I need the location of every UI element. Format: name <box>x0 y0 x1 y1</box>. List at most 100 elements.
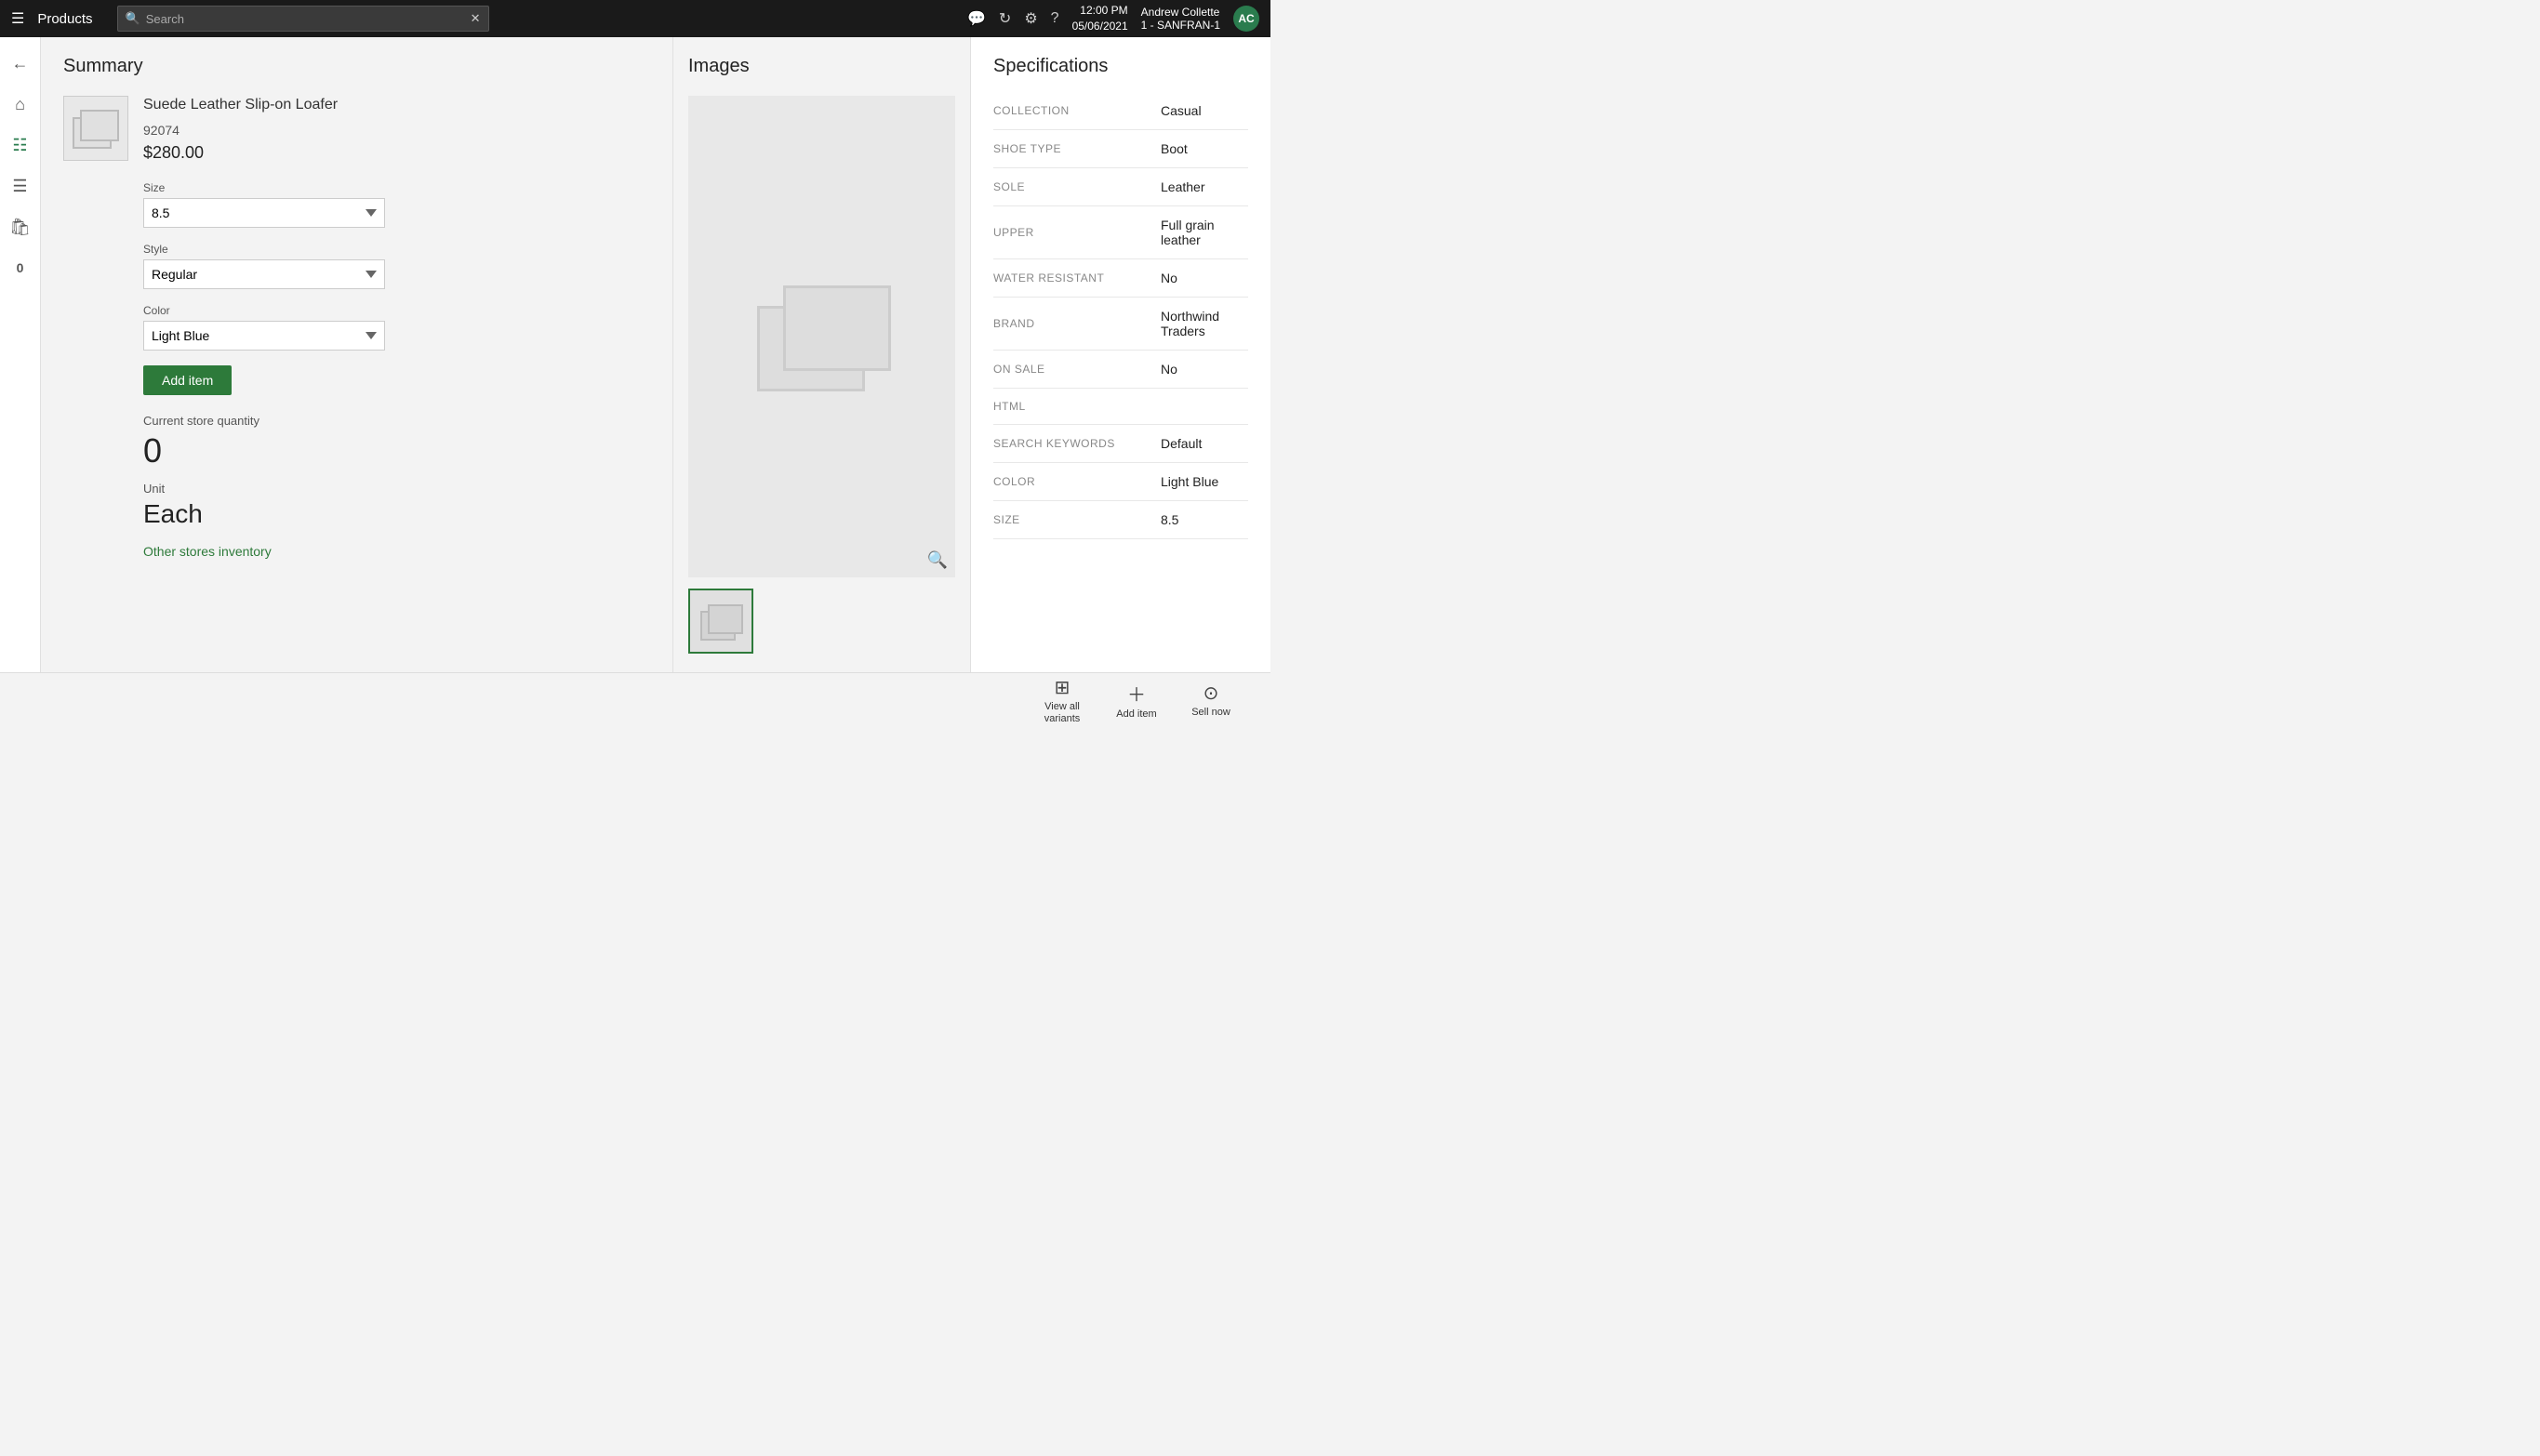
main-image-area: 🔍 <box>688 96 955 577</box>
spec-row: SHOE TYPE Boot <box>993 130 1248 168</box>
summary-title: Summary <box>63 56 650 77</box>
spec-row: WATER RESISTANT No <box>993 259 1248 298</box>
avatar[interactable]: AC <box>1233 6 1259 32</box>
size-group: Size 8.5 9 9.5 10 <box>143 181 650 228</box>
specs-title: Specifications <box>993 56 1248 77</box>
spec-key: SHOE TYPE <box>993 142 1161 155</box>
add-item-bottom-label: Add item <box>1116 708 1156 721</box>
app-title: Products <box>37 11 92 27</box>
current-qty-label: Current store quantity <box>143 414 650 428</box>
specifications-panel: Specifications COLLECTION Casual SHOE TY… <box>971 37 1270 672</box>
product-header: Suede Leather Slip-on Loafer 92074 $280.… <box>63 96 650 163</box>
view-all-variants-button[interactable]: ⊞ View allvariants <box>1025 673 1099 729</box>
unit-label: Unit <box>143 482 650 496</box>
settings-icon[interactable]: ⚙ <box>1024 9 1037 28</box>
sell-now-button[interactable]: ⊙ Sell now <box>1174 673 1248 729</box>
spec-key: ON SALE <box>993 363 1161 376</box>
spec-row: SOLE Leather <box>993 168 1248 206</box>
spec-row: SEARCH KEYWORDS Default <box>993 425 1248 463</box>
other-stores-link[interactable]: Other stores inventory <box>143 544 272 559</box>
spec-key: WATER RESISTANT <box>993 271 1161 285</box>
sidebar-item-grid[interactable]: ☷ <box>2 126 39 164</box>
color-label: Color <box>143 304 650 317</box>
spec-key: COLOR <box>993 475 1161 488</box>
spec-row: SIZE 8.5 <box>993 501 1248 539</box>
current-qty-value: 0 <box>143 431 650 470</box>
main-layout: ← ⌂ ☷ ☰ 🛍 0 Summary Suede Leather Slip-o… <box>0 37 1270 672</box>
user-info: Andrew Collette 1 - SANFRAN-1 <box>1141 6 1220 32</box>
chat-icon[interactable]: 💬 <box>967 9 986 28</box>
spec-value: Light Blue <box>1161 474 1218 489</box>
spec-key: BRAND <box>993 317 1161 330</box>
spec-row: BRAND Northwind Traders <box>993 298 1248 351</box>
search-icon: 🔍 <box>126 11 140 26</box>
color-select[interactable]: Light Blue Black Brown White <box>143 321 385 351</box>
top-navigation: ☰ Products 🔍 ✕ 💬 ↻ ⚙ ? 12:00 PM 05/06/20… <box>0 0 1270 37</box>
spec-row: ON SALE No <box>993 351 1248 389</box>
thumb-image-1 <box>700 604 741 638</box>
clock: 12:00 PM 05/06/2021 <box>1072 3 1128 34</box>
sidebar-item-home[interactable]: ⌂ <box>2 86 39 123</box>
spec-key: UPPER <box>993 226 1161 239</box>
sell-now-label: Sell now <box>1191 707 1230 719</box>
spec-value: No <box>1161 362 1177 377</box>
view-all-label: View allvariants <box>1044 701 1081 725</box>
spec-value: Boot <box>1161 141 1188 156</box>
bottom-bar: ⊞ View allvariants ＋ Add item ⊙ Sell now <box>0 672 1270 728</box>
images-title: Images <box>688 56 955 77</box>
zoom-icon[interactable]: 🔍 <box>927 550 948 570</box>
spec-row: COLLECTION Casual <box>993 92 1248 130</box>
spec-key: SEARCH KEYWORDS <box>993 437 1161 450</box>
spec-key: HTML <box>993 400 1161 413</box>
add-item-bottom-button[interactable]: ＋ Add item <box>1099 673 1174 729</box>
spec-value: Full grain leather <box>1161 218 1248 247</box>
size-select[interactable]: 8.5 9 9.5 10 <box>143 198 385 228</box>
add-item-icon: ＋ <box>1127 680 1146 707</box>
spec-key: COLLECTION <box>993 104 1161 117</box>
spec-row: UPPER Full grain leather <box>993 206 1248 259</box>
product-name: Suede Leather Slip-on Loafer <box>143 96 650 115</box>
sidebar-item-shop[interactable]: 🛍 <box>2 208 39 245</box>
spec-value: No <box>1161 271 1177 285</box>
view-all-icon: ⊞ <box>1055 676 1071 699</box>
product-price: $280.00 <box>143 143 650 163</box>
images-panel: Images 🔍 <box>673 37 971 672</box>
spec-key: SIZE <box>993 513 1161 526</box>
size-label: Size <box>143 181 650 194</box>
spec-value: Casual <box>1161 103 1202 118</box>
thumbnail-image <box>73 110 119 147</box>
search-bar[interactable]: 🔍 ✕ <box>117 6 489 32</box>
spec-row: HTML <box>993 389 1248 425</box>
product-id: 92074 <box>143 123 650 138</box>
refresh-icon[interactable]: ↻ <box>999 9 1011 28</box>
sidebar-badge: 0 <box>2 249 39 286</box>
thumbnail-1[interactable] <box>688 589 753 654</box>
help-icon[interactable]: ? <box>1051 10 1059 27</box>
product-thumbnail <box>63 96 128 161</box>
search-input[interactable] <box>146 12 465 26</box>
spec-value: Default <box>1161 436 1202 451</box>
style-group: Style Regular Wide Narrow <box>143 243 650 289</box>
unit-value: Each <box>143 499 650 529</box>
specs-rows: COLLECTION Casual SHOE TYPE Boot SOLE Le… <box>993 92 1248 539</box>
product-info: Suede Leather Slip-on Loafer 92074 $280.… <box>143 96 650 163</box>
summary-panel: Summary Suede Leather Slip-on Loafer 920… <box>41 37 673 672</box>
spec-value: Leather <box>1161 179 1204 194</box>
color-group: Color Light Blue Black Brown White <box>143 304 650 351</box>
product-form: Size 8.5 9 9.5 10 Style Regular Wide Nar… <box>143 181 650 559</box>
add-item-button[interactable]: Add item <box>143 365 232 395</box>
style-label: Style <box>143 243 650 256</box>
close-icon[interactable]: ✕ <box>471 11 481 26</box>
spec-value: 8.5 <box>1161 512 1178 527</box>
sidebar-item-list[interactable]: ☰ <box>2 167 39 205</box>
spec-key: SOLE <box>993 180 1161 193</box>
style-select[interactable]: Regular Wide Narrow <box>143 259 385 289</box>
spec-value: Northwind Traders <box>1161 309 1248 338</box>
sidebar-item-back[interactable]: ← <box>2 45 39 82</box>
menu-icon[interactable]: ☰ <box>11 9 24 28</box>
sell-now-icon: ⊙ <box>1204 682 1219 705</box>
image-thumbnails <box>688 589 955 654</box>
topnav-right: 💬 ↻ ⚙ ? 12:00 PM 05/06/2021 Andrew Colle… <box>967 3 1259 34</box>
sidebar: ← ⌂ ☷ ☰ 🛍 0 <box>0 37 41 672</box>
spec-row: COLOR Light Blue <box>993 463 1248 501</box>
